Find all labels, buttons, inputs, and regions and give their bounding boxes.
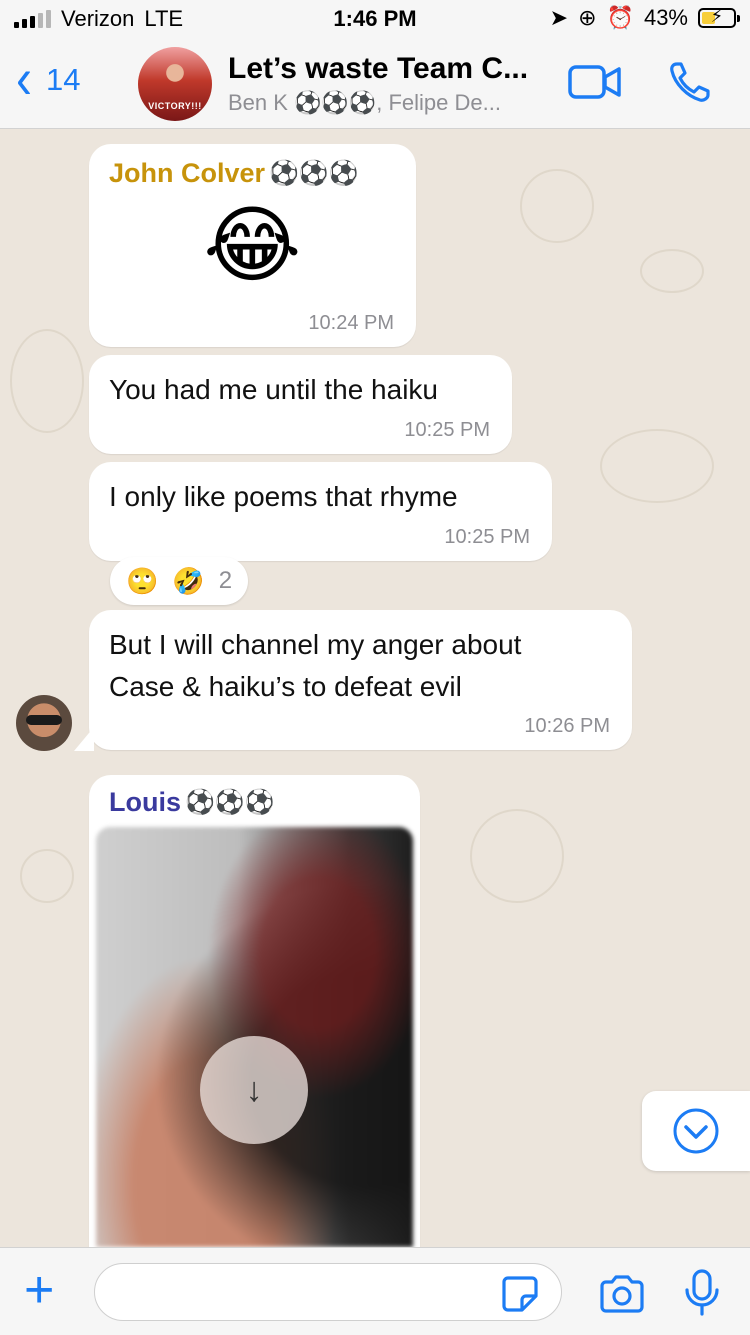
sender-avatar[interactable]	[16, 695, 72, 751]
orientation-lock-icon: ⊕	[578, 5, 597, 30]
chat-participants[interactable]: Ben K ⚽⚽⚽, Felipe De...	[228, 90, 501, 116]
status-bar: Verizon LTE 1:46 PM ➤ ⊕ ⏰ 43% ⚡	[0, 0, 750, 40]
microphone-icon	[685, 1269, 719, 1316]
message-bubble[interactable]: John Colver ⚽⚽⚽ 😂 10:24 PM	[89, 144, 416, 347]
sender-name: John Colver	[109, 158, 266, 188]
status-right: ➤ ⊕ ⏰ 43% ⚡	[549, 5, 740, 31]
input-bar: +	[0, 1247, 750, 1335]
group-avatar-label: VICTORY!!!	[148, 101, 202, 111]
background-doodle	[640, 249, 704, 293]
background-doodle	[600, 429, 714, 503]
sender-badge: ⚽⚽⚽	[185, 789, 275, 816]
battery-percent: 43%	[643, 5, 688, 30]
sticker-icon	[502, 1276, 538, 1312]
reactions-pill[interactable]: 🙄 🤣 2	[110, 557, 248, 605]
location-icon: ➤	[549, 5, 569, 30]
reaction-count: 2	[218, 567, 233, 594]
unread-count: 14	[45, 62, 81, 97]
message-text: I only like poems that rhyme	[109, 481, 458, 512]
background-doodle	[520, 169, 594, 243]
voice-call-button[interactable]	[668, 60, 712, 109]
background-doodle	[20, 849, 74, 903]
message-text-line: But I will channel my anger about	[109, 629, 522, 660]
message-time: 10:25 PM	[444, 526, 530, 548]
message-bubble[interactable]: I only like poems that rhyme 10:25 PM	[89, 462, 552, 561]
group-avatar[interactable]: VICTORY!!!	[138, 47, 212, 121]
arrow-down-icon: ↓	[245, 1070, 263, 1109]
background-doodle	[470, 809, 564, 903]
message-emoji: 😂	[203, 198, 302, 292]
download-button[interactable]: ↓	[200, 1036, 308, 1144]
message-sender: John Colver ⚽⚽⚽	[109, 158, 396, 189]
scroll-to-bottom-button[interactable]	[642, 1091, 750, 1171]
message-time: 10:26 PM	[524, 715, 610, 737]
battery-icon: ⚡	[698, 6, 740, 28]
video-call-button[interactable]	[568, 62, 622, 107]
reaction-laugh: 🤣	[172, 565, 205, 596]
sender-badge: ⚽⚽⚽	[269, 160, 359, 187]
charging-icon: ⚡	[710, 6, 724, 26]
message-time: 10:24 PM	[308, 312, 394, 334]
chevron-left-icon: ‹	[16, 47, 32, 112]
message-time: 10:25 PM	[404, 419, 490, 441]
chat-title[interactable]: Let’s waste Team C...	[228, 52, 528, 86]
message-text-line: Case & haiku’s to defeat evil	[109, 671, 462, 702]
chevron-down-circle-icon	[673, 1108, 719, 1154]
sender-name: Louis	[109, 787, 181, 817]
chat-area[interactable]: John Colver ⚽⚽⚽ 😂 10:24 PM You had me un…	[0, 129, 750, 1247]
background-doodle	[10, 329, 84, 433]
alarm-icon: ⏰	[606, 5, 634, 30]
back-button[interactable]: ‹ 14	[16, 51, 81, 109]
reaction-eye-roll: 🙄	[125, 565, 159, 596]
bubble-tail	[74, 727, 94, 751]
message-bubble[interactable]: You had me until the haiku 10:25 PM	[89, 355, 512, 454]
attach-button[interactable]: +	[24, 1264, 54, 1316]
camera-button[interactable]	[598, 1274, 646, 1319]
message-sender: Louis ⚽⚽⚽	[109, 787, 400, 818]
camera-icon	[600, 1275, 644, 1313]
message-bubble[interactable]: But I will channel my anger about Case &…	[89, 610, 632, 750]
sticker-button[interactable]	[500, 1274, 540, 1319]
sunglasses	[26, 715, 62, 725]
chat-header: ‹ 14 VICTORY!!! Let’s waste Team C... Be…	[0, 40, 750, 129]
message-input[interactable]	[94, 1263, 562, 1321]
microphone-button[interactable]	[684, 1268, 720, 1323]
phone-icon	[670, 62, 710, 102]
video-camera-icon	[568, 65, 621, 99]
message-text: You had me until the haiku	[109, 374, 438, 405]
